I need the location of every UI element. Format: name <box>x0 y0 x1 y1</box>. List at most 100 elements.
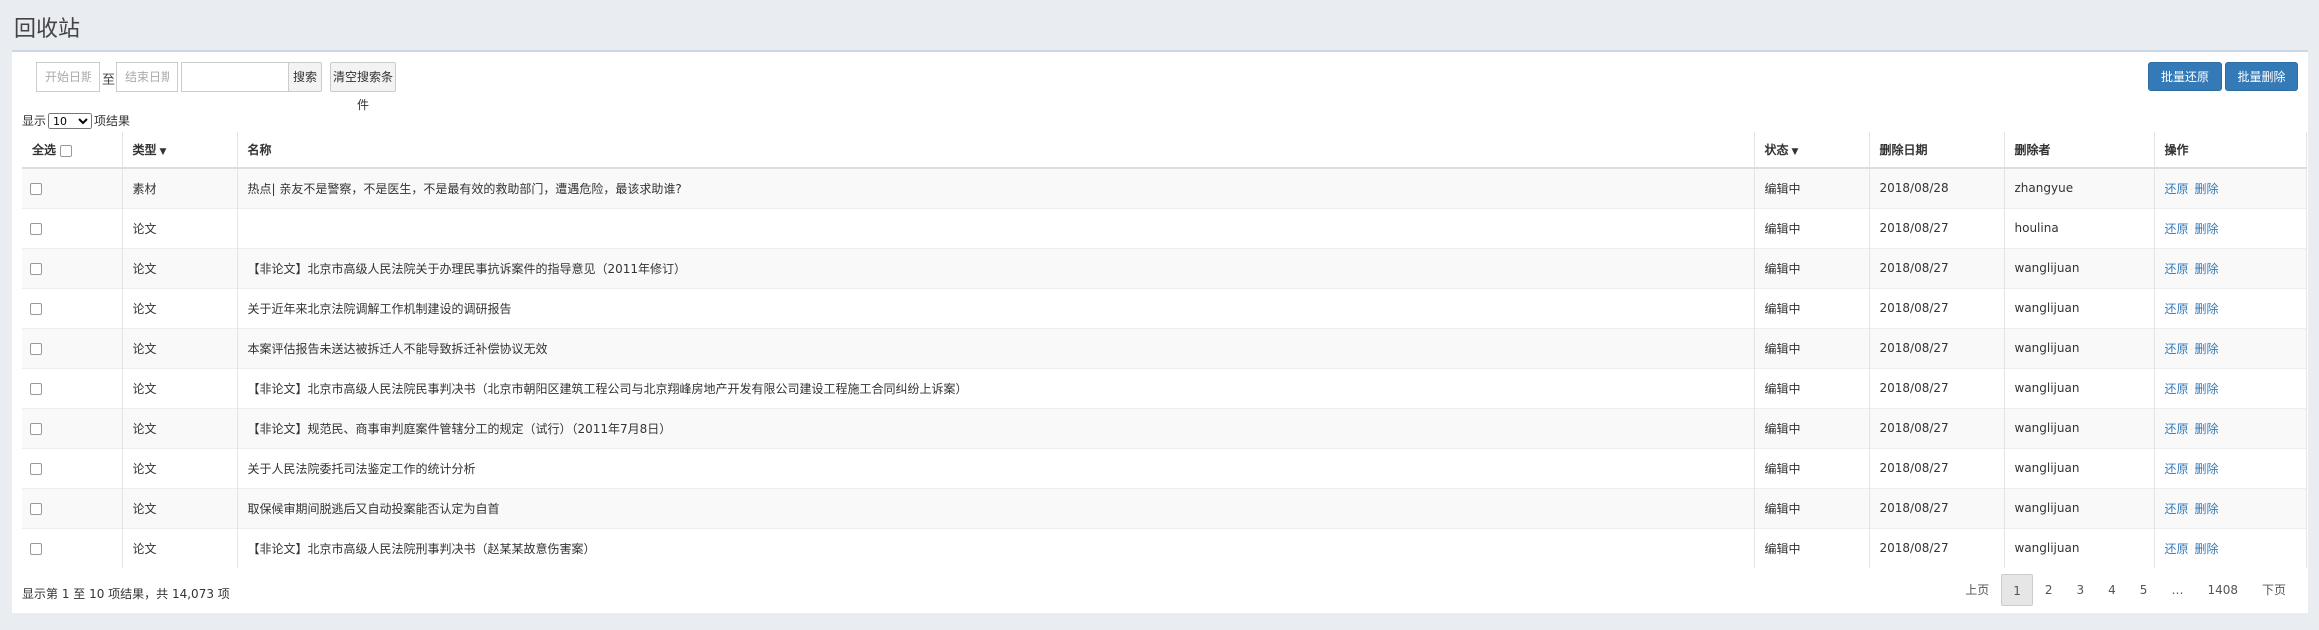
page-length-select[interactable]: 10 <box>48 113 93 129</box>
select-all-checkbox[interactable] <box>60 144 73 157</box>
status-cell: 编辑中 <box>1754 247 1870 288</box>
type-header[interactable]: 类型 ▼ <box>122 132 238 169</box>
restore-link[interactable]: 还原 <box>2165 182 2189 196</box>
restore-link[interactable]: 还原 <box>2165 542 2189 556</box>
end-date-input[interactable] <box>116 62 178 92</box>
deleter-cell: wanglijuan <box>2004 527 2155 568</box>
name-cell: 【非论文】规范民、商事审判庭案件管辖分工的规定（试行）（2011年7月8日） <box>237 407 1755 448</box>
row-checkbox[interactable] <box>30 222 42 235</box>
date-cell: 2018/08/27 <box>1869 487 2005 528</box>
row-checkbox[interactable] <box>30 382 42 395</box>
ops-header: 操作 <box>2154 132 2307 169</box>
table-row: 论文 【非论文】北京市高级人民法院刑事判决书（赵某某故意伤害案） 编辑中 201… <box>22 527 2307 568</box>
name-cell: 取保候审期间脱逃后又自动投案能否认定为自首 <box>237 487 1755 528</box>
start-date-input[interactable] <box>36 62 100 92</box>
row-select-cell <box>22 207 123 248</box>
page-button[interactable]: 2 <box>2033 574 2065 606</box>
batch-restore-button[interactable]: 批量还原 <box>2148 62 2222 91</box>
restore-link[interactable]: 还原 <box>2165 502 2189 516</box>
delete-link[interactable]: 删除 <box>2195 462 2219 476</box>
table-row: 论文 取保候审期间脱逃后又自动投案能否认定为自首 编辑中 2018/08/27 … <box>22 487 2307 528</box>
name-cell <box>237 207 1755 248</box>
type-cell: 论文 <box>122 527 238 568</box>
deleter-cell: wanglijuan <box>2004 407 2155 448</box>
row-select-cell <box>22 407 123 448</box>
delete-link[interactable]: 删除 <box>2195 502 2219 516</box>
status-header-label: 状态 <box>1764 143 1789 157</box>
status-header[interactable]: 状态 ▼ <box>1754 132 1870 169</box>
batch-delete-button[interactable]: 批量删除 <box>2225 62 2298 91</box>
pagination-ellipsis: … <box>2171 583 2184 597</box>
date-cell: 2018/08/27 <box>1869 207 2005 248</box>
recycle-table: 全选 类型 ▼ 名称 状态 ▼ 删除日期 删除者 操作 素材 热点| 亲友不是警察，… <box>22 132 2307 568</box>
row-checkbox[interactable] <box>30 542 42 555</box>
row-checkbox[interactable] <box>30 182 42 195</box>
name-cell: 【非论文】北京市高级人民法院刑事判决书（赵某某故意伤害案） <box>237 527 1755 568</box>
restore-link[interactable]: 还原 <box>2165 342 2189 356</box>
name-cell: 本案评估报告未送达被拆迁人不能导致拆迁补偿协议无效 <box>237 327 1755 368</box>
delete-link[interactable]: 删除 <box>2195 342 2219 356</box>
date-cell: 2018/08/27 <box>1869 367 2005 408</box>
deleter-header: 删除者 <box>2004 132 2155 169</box>
name-cell: 【非论文】北京市高级人民法院民事判决书（北京市朝阳区建筑工程公司与北京翔峰房地产… <box>237 367 1755 408</box>
table-row: 素材 热点| 亲友不是警察，不是医生，不是最有效的救助部门，遭遇危险，最该求助谁… <box>22 167 2307 208</box>
sort-down-icon: ▼ <box>159 147 167 157</box>
page-button[interactable]: 4 <box>2096 574 2128 606</box>
restore-link[interactable]: 还原 <box>2165 262 2189 276</box>
status-cell: 编辑中 <box>1754 287 1870 328</box>
row-select-cell <box>22 367 123 408</box>
select-all-label: 全选 <box>32 143 57 157</box>
table-row: 论文 【非论文】北京市高级人民法院民事判决书（北京市朝阳区建筑工程公司与北京翔峰… <box>22 367 2307 408</box>
ops-cell: 还原 删除 <box>2154 487 2307 528</box>
restore-link[interactable]: 还原 <box>2165 422 2189 436</box>
restore-link[interactable]: 还原 <box>2165 222 2189 236</box>
restore-link[interactable]: 还原 <box>2165 382 2189 396</box>
date-cell: 2018/08/27 <box>1869 407 2005 448</box>
row-checkbox[interactable] <box>30 462 42 475</box>
keyword-input[interactable] <box>181 62 289 92</box>
status-cell: 编辑中 <box>1754 167 1870 208</box>
delete-link[interactable]: 删除 <box>2195 542 2219 556</box>
ops-cell: 还原 删除 <box>2154 207 2307 248</box>
row-checkbox[interactable] <box>30 342 42 355</box>
type-cell: 素材 <box>122 167 238 208</box>
last-page-button[interactable]: 1408 <box>2195 574 2250 606</box>
delete-link[interactable]: 删除 <box>2195 422 2219 436</box>
date-cell: 2018/08/27 <box>1869 527 2005 568</box>
select-all-header: 全选 <box>22 132 123 169</box>
status-cell: 编辑中 <box>1754 527 1870 568</box>
name-cell: 【非论文】北京市高级人民法院关于办理民事抗诉案件的指导意见（2011年修订） <box>237 247 1755 288</box>
page-button-current[interactable]: 1 <box>2001 574 2033 606</box>
restore-link[interactable]: 还原 <box>2165 462 2189 476</box>
clear-filters-button[interactable]: 清空搜索条件 <box>330 62 396 112</box>
type-cell: 论文 <box>122 247 238 288</box>
delete-link[interactable]: 删除 <box>2195 222 2219 236</box>
row-select-cell <box>22 487 123 528</box>
prev-page-button[interactable]: 上页 <box>1953 574 2001 606</box>
page-button[interactable]: 3 <box>2065 574 2097 606</box>
status-cell: 编辑中 <box>1754 327 1870 368</box>
row-checkbox[interactable] <box>30 302 42 315</box>
table-row: 论文 【非论文】北京市高级人民法院关于办理民事抗诉案件的指导意见（2011年修订… <box>22 247 2307 288</box>
name-cell: 关于人民法院委托司法鉴定工作的统计分析 <box>237 447 1755 488</box>
row-checkbox[interactable] <box>30 502 42 515</box>
ops-cell: 还原 删除 <box>2154 367 2307 408</box>
row-checkbox[interactable] <box>30 422 42 435</box>
delete-link[interactable]: 删除 <box>2195 302 2219 316</box>
row-checkbox[interactable] <box>30 262 42 275</box>
table-row: 论文 关于近年来北京法院调解工作机制建设的调研报告 编辑中 2018/08/27… <box>22 287 2307 328</box>
page-button[interactable]: 5 <box>2128 574 2160 606</box>
delete-link[interactable]: 删除 <box>2195 262 2219 276</box>
main-panel: 至 搜索 清空搜索条件 批量还原 批量删除 显示10项结果 全选 类型▼ 名称 … <box>12 50 2308 613</box>
deleter-cell: wanglijuan <box>2004 287 2155 328</box>
to-label: 至 <box>102 73 116 88</box>
table-header-row: 全选 类型 ▼ 名称 状态 ▼ 删除日期 删除者 操作 <box>22 132 2307 169</box>
deleter-cell: houlina <box>2004 207 2155 248</box>
search-button[interactable]: 搜索 <box>288 62 322 92</box>
delete-link[interactable]: 删除 <box>2195 382 2219 396</box>
next-page-button[interactable]: 下页 <box>2250 574 2298 606</box>
delete-link[interactable]: 删除 <box>2195 182 2219 196</box>
table-row: 论文 本案评估报告未送达被拆迁人不能导致拆迁补偿协议无效 编辑中 2018/08… <box>22 327 2307 368</box>
ops-cell: 还原 删除 <box>2154 287 2307 328</box>
restore-link[interactable]: 还原 <box>2165 302 2189 316</box>
